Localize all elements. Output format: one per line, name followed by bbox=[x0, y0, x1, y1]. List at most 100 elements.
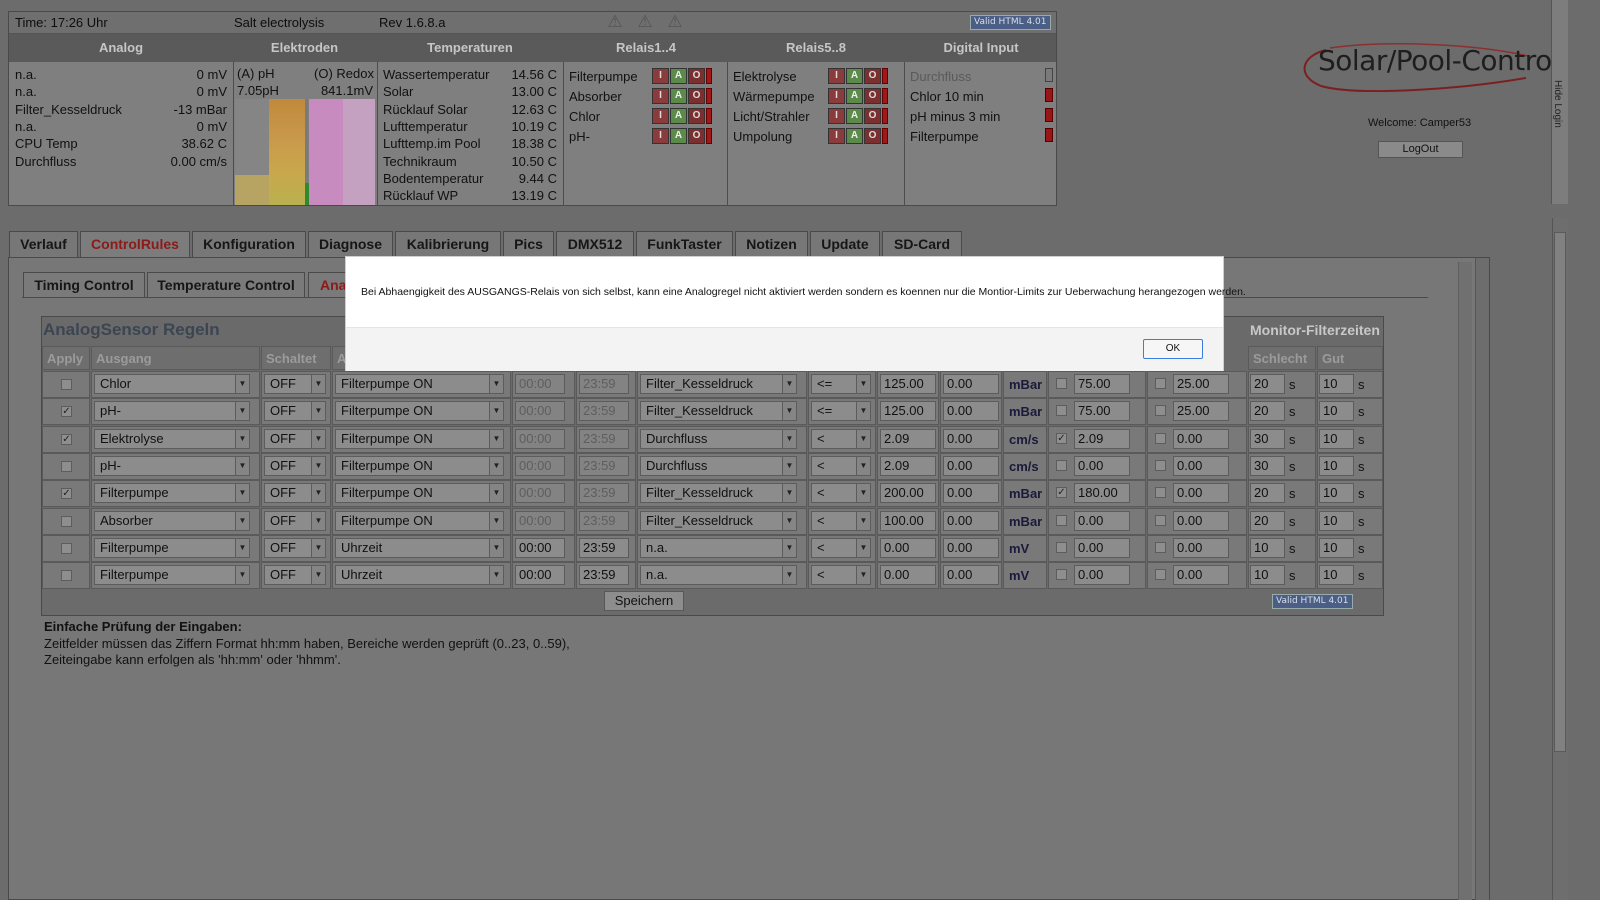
relay-auto-button[interactable]: A bbox=[846, 68, 863, 84]
monitor-limit-input[interactable]: 0.00 bbox=[1173, 429, 1229, 449]
monitor-limit-input[interactable]: 0.00 bbox=[1173, 538, 1229, 558]
apply-checkbox[interactable]: ✓ bbox=[61, 406, 72, 417]
schaltet-select[interactable]: OFF ▼ bbox=[264, 565, 326, 585]
monitor-limit-checkbox[interactable] bbox=[1155, 433, 1166, 444]
hysterese-input[interactable]: 0.00 bbox=[943, 511, 999, 531]
bedingung-select[interactable]: Filterpumpe ON ▼ bbox=[335, 456, 504, 476]
tab-kalibrierung[interactable]: Kalibrierung bbox=[395, 231, 501, 257]
monitor-limit-checkbox[interactable] bbox=[1056, 569, 1067, 580]
relay-off-button[interactable]: O bbox=[688, 88, 705, 104]
ausgang-select[interactable]: pH- ▼ bbox=[94, 401, 250, 421]
subtab-timing-control[interactable]: Timing Control bbox=[23, 272, 145, 298]
relay-auto-button[interactable]: A bbox=[670, 68, 687, 84]
bedingung-select[interactable]: Filterpumpe ON ▼ bbox=[335, 374, 504, 394]
schlecht-seconds-input[interactable]: 20 bbox=[1250, 401, 1285, 421]
monitor-limit-input[interactable]: 75.00 bbox=[1074, 401, 1130, 421]
von-time-input[interactable]: 00:00 bbox=[515, 401, 565, 421]
apply-checkbox[interactable] bbox=[61, 543, 72, 554]
bis-time-input[interactable]: 23:59 bbox=[579, 511, 629, 531]
operator-select[interactable]: < ▼ bbox=[811, 538, 871, 558]
bis-time-input[interactable]: 23:59 bbox=[579, 565, 629, 585]
relay-off-button[interactable]: O bbox=[864, 108, 881, 124]
schlecht-seconds-input[interactable]: 30 bbox=[1250, 456, 1285, 476]
monitor-limit-checkbox[interactable] bbox=[1056, 405, 1067, 416]
monitor-limit-input[interactable]: 25.00 bbox=[1173, 401, 1229, 421]
frame-scrollbar[interactable] bbox=[1475, 258, 1489, 900]
tab-verlauf[interactable]: Verlauf bbox=[9, 231, 78, 257]
bis-time-input[interactable]: 23:59 bbox=[579, 401, 629, 421]
monitor-limit-input[interactable]: 75.00 bbox=[1074, 374, 1130, 394]
tab-pics[interactable]: Pics bbox=[503, 231, 554, 257]
ok-button[interactable]: OK bbox=[1143, 339, 1203, 359]
hide-login-toggle[interactable]: Hide Login bbox=[1552, 80, 1563, 128]
tab-funktaster[interactable]: FunkTaster bbox=[636, 231, 733, 257]
schwellwert-input[interactable]: 2.09 bbox=[880, 456, 936, 476]
html-validator-badge[interactable]: Valid HTML 4.01 bbox=[1272, 594, 1353, 609]
relay-auto-button[interactable]: A bbox=[670, 128, 687, 144]
hysterese-input[interactable]: 0.00 bbox=[943, 401, 999, 421]
schlecht-seconds-input[interactable]: 30 bbox=[1250, 429, 1285, 449]
monitor-limit-checkbox[interactable] bbox=[1155, 405, 1166, 416]
monitor-limit-checkbox[interactable] bbox=[1155, 569, 1166, 580]
subtab-temperature-control[interactable]: Temperature Control bbox=[147, 272, 305, 298]
schlecht-seconds-input[interactable]: 10 bbox=[1250, 565, 1285, 585]
relay-on-button[interactable]: I bbox=[652, 128, 669, 144]
ausgang-select[interactable]: Filterpumpe ▼ bbox=[94, 483, 250, 503]
schaltet-select[interactable]: OFF ▼ bbox=[264, 401, 326, 421]
tab-notizen[interactable]: Notizen bbox=[735, 231, 808, 257]
operator-select[interactable]: <= ▼ bbox=[811, 374, 871, 394]
relay-auto-button[interactable]: A bbox=[670, 108, 687, 124]
relay-auto-button[interactable]: A bbox=[846, 88, 863, 104]
sensor-select[interactable]: Filter_Kesseldruck ▼ bbox=[640, 374, 797, 394]
schwellwert-input[interactable]: 125.00 bbox=[880, 374, 936, 394]
monitor-limit-input[interactable]: 0.00 bbox=[1074, 456, 1130, 476]
relay-auto-button[interactable]: A bbox=[846, 108, 863, 124]
sensor-select[interactable]: Filter_Kesseldruck ▼ bbox=[640, 401, 797, 421]
tab-diagnose[interactable]: Diagnose bbox=[308, 231, 393, 257]
logout-button[interactable]: LogOut bbox=[1378, 141, 1463, 158]
schwellwert-input[interactable]: 0.00 bbox=[880, 565, 936, 585]
operator-select[interactable]: < ▼ bbox=[811, 456, 871, 476]
monitor-limit-input[interactable]: 0.00 bbox=[1173, 511, 1229, 531]
monitor-limit-checkbox[interactable] bbox=[1056, 515, 1067, 526]
ausgang-select[interactable]: Filterpumpe ▼ bbox=[94, 565, 250, 585]
tab-sd-card[interactable]: SD-Card bbox=[882, 231, 962, 257]
schwellwert-input[interactable]: 2.09 bbox=[880, 429, 936, 449]
gut-seconds-input[interactable]: 10 bbox=[1319, 538, 1354, 558]
monitor-limit-input[interactable]: 180.00 bbox=[1074, 483, 1130, 503]
monitor-limit-input[interactable]: 0.00 bbox=[1074, 565, 1130, 585]
hysterese-input[interactable]: 0.00 bbox=[943, 429, 999, 449]
monitor-limit-checkbox[interactable] bbox=[1056, 542, 1067, 553]
page-scrollbar-thumb[interactable] bbox=[1554, 232, 1566, 752]
relay-auto-button[interactable]: A bbox=[670, 88, 687, 104]
gut-seconds-input[interactable]: 10 bbox=[1319, 483, 1354, 503]
schlecht-seconds-input[interactable]: 10 bbox=[1250, 538, 1285, 558]
von-time-input[interactable]: 00:00 bbox=[515, 483, 565, 503]
gut-seconds-input[interactable]: 10 bbox=[1319, 456, 1354, 476]
sensor-select[interactable]: Durchfluss ▼ bbox=[640, 456, 797, 476]
schwellwert-input[interactable]: 125.00 bbox=[880, 401, 936, 421]
relay-off-button[interactable]: O bbox=[688, 108, 705, 124]
gut-seconds-input[interactable]: 10 bbox=[1319, 565, 1354, 585]
bedingung-select[interactable]: Filterpumpe ON ▼ bbox=[335, 511, 504, 531]
relay-on-button[interactable]: I bbox=[828, 88, 845, 104]
tab-update[interactable]: Update bbox=[810, 231, 880, 257]
sensor-select[interactable]: Durchfluss ▼ bbox=[640, 429, 797, 449]
operator-select[interactable]: <= ▼ bbox=[811, 401, 871, 421]
monitor-limit-checkbox[interactable] bbox=[1155, 487, 1166, 498]
relay-on-button[interactable]: I bbox=[652, 68, 669, 84]
relay-off-button[interactable]: O bbox=[688, 128, 705, 144]
hysterese-input[interactable]: 0.00 bbox=[943, 565, 999, 585]
relay-off-button[interactable]: O bbox=[864, 128, 881, 144]
bis-time-input[interactable]: 23:59 bbox=[579, 374, 629, 394]
hysterese-input[interactable]: 0.00 bbox=[943, 483, 999, 503]
monitor-limit-checkbox[interactable] bbox=[1056, 460, 1067, 471]
bis-time-input[interactable]: 23:59 bbox=[579, 429, 629, 449]
bedingung-select[interactable]: Filterpumpe ON ▼ bbox=[335, 483, 504, 503]
von-time-input[interactable]: 00:00 bbox=[515, 565, 565, 585]
relay-off-button[interactable]: O bbox=[864, 88, 881, 104]
bedingung-select[interactable]: Uhrzeit ▼ bbox=[335, 565, 504, 585]
bis-time-input[interactable]: 23:59 bbox=[579, 483, 629, 503]
monitor-limit-checkbox[interactable] bbox=[1056, 378, 1067, 389]
monitor-limit-checkbox[interactable] bbox=[1155, 542, 1166, 553]
